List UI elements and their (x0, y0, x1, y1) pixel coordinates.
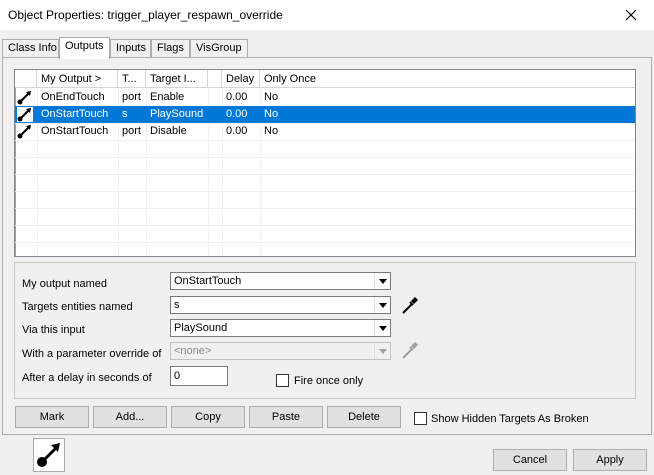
tab-flags[interactable]: Flags (151, 39, 190, 58)
button-label: Cancel (512, 454, 548, 466)
output-row[interactable]: OnStartTouch port Disable 0.00 No (15, 123, 635, 140)
tab-visgroup[interactable]: VisGroup (190, 39, 248, 58)
cell-target: s (122, 108, 128, 120)
list-header: My Output > T... Target I... Delay Only … (15, 70, 635, 88)
input-combo[interactable]: PlaySound (170, 319, 391, 337)
output-editor-group: My output named OnStartTouch Targets ent… (14, 262, 636, 399)
header-target-input[interactable]: Target I... (146, 70, 208, 88)
row-gridline (15, 140, 635, 141)
cell-only-once: No (264, 125, 279, 137)
tab-label: Inputs (116, 42, 146, 54)
header-only-once[interactable]: Only Once (260, 70, 635, 88)
delay-input[interactable]: 0 (170, 366, 228, 386)
cell-delay: 0.00 (226, 125, 248, 137)
button-label: Mark (39, 411, 65, 423)
input-label: Via this input (22, 324, 85, 336)
tab-label: Flags (157, 42, 184, 54)
outputs-list[interactable]: My Output > T... Target I... Delay Only … (14, 69, 636, 257)
row-gridline (15, 242, 635, 243)
header-delay[interactable]: Delay (222, 70, 260, 88)
button-label: Apply (596, 454, 624, 466)
output-connection-icon (17, 107, 33, 122)
cell-output: OnStartTouch (41, 125, 109, 137)
dropdown-arrow-icon[interactable] (374, 297, 390, 313)
tab-label: Outputs (65, 40, 104, 52)
cell-input: Enable (150, 91, 185, 103)
eyedropper-icon[interactable] (399, 294, 421, 316)
apply-button[interactable]: Apply (573, 449, 647, 471)
header-my-output[interactable]: My Output > (37, 70, 118, 88)
mark-button[interactable]: Mark (15, 406, 89, 428)
fire-once-label: Fire once only (294, 375, 364, 387)
close-icon (625, 9, 637, 21)
paste-button[interactable]: Paste (249, 406, 323, 428)
header-icon-column[interactable] (15, 70, 37, 88)
targets-combo-value: s (174, 299, 180, 311)
output-row[interactable]: OnEndTouch port Enable 0.00 No (15, 89, 635, 106)
delete-button[interactable]: Delete (327, 406, 401, 428)
parameter-label: With a parameter override of (22, 348, 162, 360)
output-connection-icon (17, 125, 31, 139)
cell-delay: 0.00 (226, 91, 248, 103)
button-label: Delete (348, 411, 380, 423)
row-gridline (15, 191, 635, 192)
cell-delay: 0.00 (226, 108, 248, 120)
cell-target: port (122, 125, 141, 137)
dropdown-arrow-icon[interactable] (374, 343, 390, 359)
delay-label: After a delay in seconds of (22, 372, 152, 384)
cell-input: Disable (150, 125, 187, 137)
targets-label: Targets entities named (22, 301, 133, 313)
output-connection-icon (37, 443, 60, 467)
title-bar: Object Properties: trigger_player_respaw… (0, 0, 654, 30)
show-hidden-label: Show Hidden Targets As Broken (431, 413, 589, 425)
button-label: Paste (271, 411, 301, 423)
output-label: My output named (22, 278, 107, 290)
delay-input-value: 0 (174, 370, 181, 382)
tab-label: VisGroup (196, 42, 242, 54)
cancel-button[interactable]: Cancel (493, 449, 567, 471)
close-button[interactable] (608, 0, 654, 30)
output-combo-value: OnStartTouch (174, 275, 242, 287)
tab-outputs[interactable]: Outputs (59, 37, 110, 59)
row-gridline (15, 174, 635, 175)
parameter-combo-value: <none> (174, 345, 212, 357)
tab-class-info[interactable]: Class Info (2, 39, 59, 58)
add-button[interactable]: Add... (93, 406, 167, 428)
row-gridline (15, 157, 635, 158)
targets-combo[interactable]: s (170, 296, 391, 314)
cell-output: OnStartTouch (41, 108, 109, 120)
output-connection-icon-large (33, 438, 65, 472)
row-gridline (15, 225, 635, 226)
output-combo[interactable]: OnStartTouch (170, 272, 391, 290)
eyedropper-icon[interactable] (399, 339, 421, 361)
cell-output: OnEndTouch (41, 91, 105, 103)
button-label: Copy (195, 411, 221, 423)
input-combo-value: PlaySound (174, 322, 228, 334)
row-gridline (15, 208, 635, 209)
dropdown-arrow-icon[interactable] (374, 320, 390, 336)
cell-only-once: No (264, 108, 279, 120)
fire-once-checkbox[interactable] (276, 374, 289, 387)
tab-label: Class Info (8, 42, 57, 54)
header-target[interactable]: T... (118, 70, 146, 88)
dropdown-arrow-icon[interactable] (374, 273, 390, 289)
show-hidden-checkbox[interactable] (414, 412, 427, 425)
parameter-combo[interactable]: <none> (170, 342, 391, 360)
button-label: Add... (115, 411, 145, 423)
cell-only-once: No (264, 91, 279, 103)
output-connection-icon (17, 91, 31, 105)
cell-input: PlaySound (150, 108, 204, 120)
tab-inputs[interactable]: Inputs (110, 39, 151, 58)
header-blank[interactable] (208, 70, 222, 88)
output-row-selected[interactable]: OnStartTouch s PlaySound 0.00 No (15, 106, 635, 123)
cell-target: port (122, 91, 141, 103)
window-title: Object Properties: trigger_player_respaw… (8, 8, 283, 22)
copy-button[interactable]: Copy (171, 406, 245, 428)
